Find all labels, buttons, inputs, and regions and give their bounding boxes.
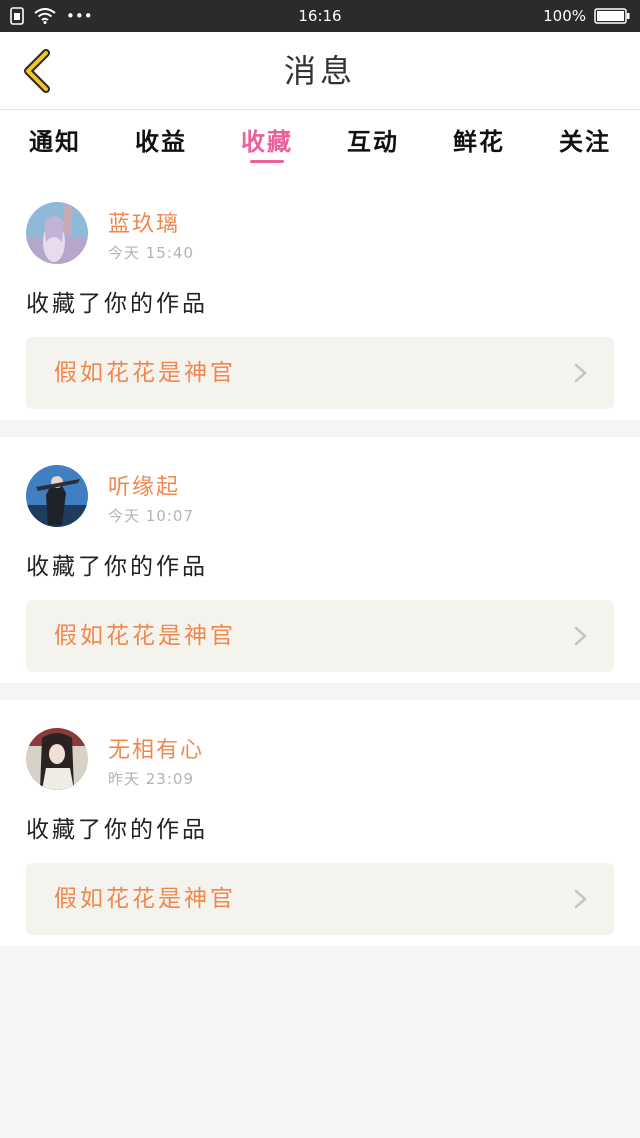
message-card: 蓝玖璃 今天 15:40 收藏了你的作品 假如花花是神官 — [0, 174, 640, 420]
header-bar: 消息 — [0, 32, 640, 110]
chevron-right-icon — [574, 889, 587, 909]
message-card: 无相有心 昨天 23:09 收藏了你的作品 假如花花是神官 — [0, 700, 640, 946]
page-title: 消息 — [283, 52, 356, 90]
tab-following[interactable]: 关注 — [532, 110, 638, 174]
timestamp: 昨天 23:09 — [108, 770, 194, 788]
chevron-right-icon — [574, 363, 587, 383]
battery-icon — [594, 8, 630, 24]
timestamp: 今天 10:07 — [108, 507, 194, 525]
avatar[interactable] — [26, 202, 88, 264]
work-link[interactable]: 假如花花是神官 — [26, 337, 614, 409]
status-dots: ••• — [66, 7, 93, 25]
work-link[interactable]: 假如花花是神官 — [26, 863, 614, 935]
timestamp: 今天 15:40 — [108, 244, 194, 262]
user-name[interactable]: 无相有心 — [108, 732, 204, 764]
status-bar: ••• 16:16 100% — [0, 0, 640, 32]
tab-notifications[interactable]: 通知 — [2, 110, 108, 174]
action-text: 收藏了你的作品 — [26, 291, 208, 317]
battery-percent: 100% — [543, 7, 586, 25]
tab-bar: 通知 收益 收藏 互动 鲜花 关注 — [0, 110, 640, 174]
tab-flowers[interactable]: 鲜花 — [426, 110, 532, 174]
user-name[interactable]: 蓝玖璃 — [108, 206, 180, 238]
wifi-icon — [34, 8, 56, 24]
tab-favorites[interactable]: 收藏 — [214, 110, 320, 174]
chevron-right-icon — [574, 626, 587, 646]
message-card: 听缘起 今天 10:07 收藏了你的作品 假如花花是神官 — [0, 437, 640, 683]
avatar[interactable] — [26, 728, 88, 790]
active-tab-indicator — [250, 160, 284, 163]
action-text: 收藏了你的作品 — [26, 554, 208, 580]
tab-earnings[interactable]: 收益 — [108, 110, 214, 174]
avatar[interactable] — [26, 465, 88, 527]
tab-favorites-label: 收藏 — [241, 127, 293, 156]
work-title: 假如花花是神官 — [54, 886, 236, 912]
user-name[interactable]: 听缘起 — [108, 469, 180, 501]
work-title: 假如花花是神官 — [54, 360, 236, 386]
work-link[interactable]: 假如花花是神官 — [26, 600, 614, 672]
tab-interactions[interactable]: 互动 — [320, 110, 426, 174]
status-right: 100% — [543, 7, 630, 25]
sim-icon — [10, 7, 24, 25]
work-title: 假如花花是神官 — [54, 623, 236, 649]
action-text: 收藏了你的作品 — [26, 817, 208, 843]
status-left: ••• — [10, 7, 93, 25]
